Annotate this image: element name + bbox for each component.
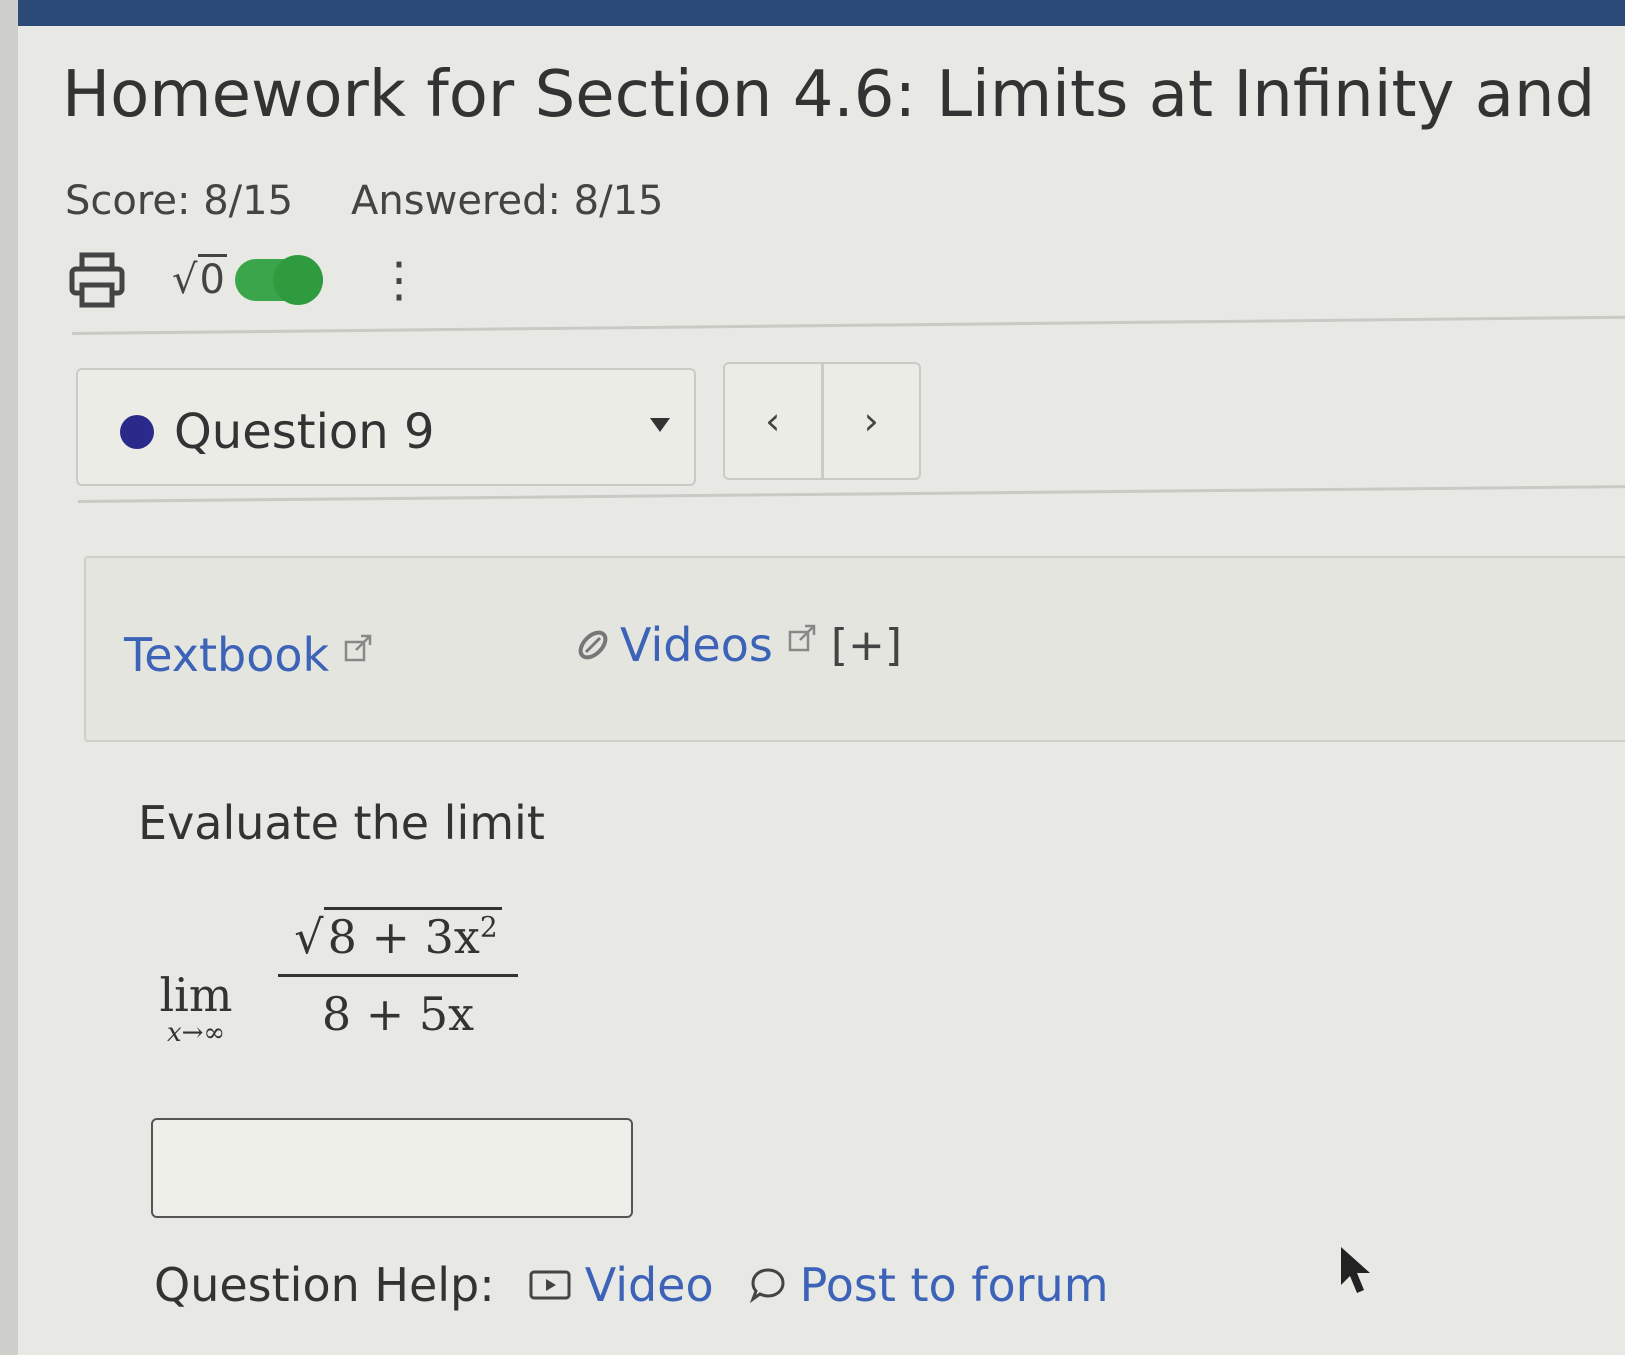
numerator: √8 + 3x2 (278, 907, 518, 974)
videos-link-label: Videos (620, 618, 773, 672)
textbook-link[interactable]: Textbook (124, 628, 373, 682)
divider (71, 315, 1625, 335)
fraction: √8 + 3x2 8 + 5x (278, 907, 518, 1041)
question-select-dropdown[interactable]: Question 9 (76, 368, 696, 486)
score-text: Score: 8/15 (65, 178, 294, 224)
question-prompt: Evaluate the limit (138, 796, 545, 850)
print-icon[interactable] (68, 251, 126, 309)
math-format-toggle[interactable] (234, 255, 323, 305)
external-link-icon (344, 634, 372, 662)
mouse-cursor-icon (1341, 1247, 1370, 1293)
limit-operator: lim x→∞ (146, 968, 246, 1048)
post-to-forum-link[interactable]: Post to forum (748, 1258, 1109, 1312)
paperclip-icon (578, 630, 608, 660)
lim-word: lim (159, 968, 233, 1022)
question-help-label: Question Help: (154, 1258, 495, 1312)
question-help: Question Help: Video Post to forum (154, 1258, 1109, 1312)
video-icon (529, 1270, 571, 1300)
toolbar: √0 ⋮ (68, 250, 423, 310)
page-title: Homework for Section 4.6: Limits at Infi… (62, 58, 1596, 132)
question-nav-group: ‹ › (723, 362, 921, 480)
answered-text: Answered: 8/15 (351, 178, 664, 224)
question-select-label: Question 9 (174, 404, 435, 460)
answer-input[interactable] (151, 1118, 633, 1218)
post-to-forum-label: Post to forum (799, 1258, 1109, 1312)
previous-question-button[interactable]: ‹ (725, 364, 824, 478)
lim-subscript: x→∞ (166, 1018, 226, 1048)
videos-link[interactable]: Videos [+] (576, 618, 902, 672)
math-format-label: √0 (172, 254, 227, 303)
next-question-button[interactable]: › (824, 364, 920, 478)
top-bar (0, 0, 1625, 26)
resources-panel: Textbook Videos [+] (84, 556, 1625, 742)
window-edge (0, 0, 18, 1355)
toggle-knob (272, 255, 323, 305)
external-link-icon (788, 624, 816, 652)
denominator: 8 + 5x (321, 987, 475, 1041)
help-video-label: Video (584, 1258, 714, 1312)
divider (77, 485, 1625, 503)
help-video-link[interactable]: Video (529, 1258, 714, 1312)
more-options-icon[interactable]: ⋮ (375, 256, 423, 304)
question-status-dot (120, 415, 154, 449)
textbook-link-label: Textbook (124, 628, 330, 682)
score-summary: Score: 8/15 Answered: 8/15 (65, 178, 664, 224)
chevron-down-icon (650, 418, 670, 432)
chat-bubble-icon (749, 1268, 785, 1304)
expand-videos-button[interactable]: [+] (831, 620, 902, 671)
